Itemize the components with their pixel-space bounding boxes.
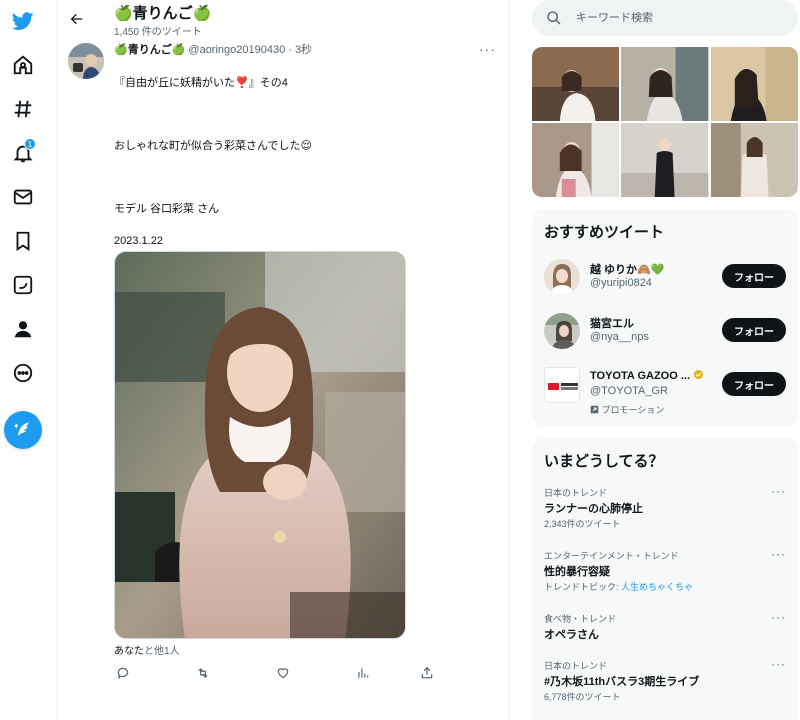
tweet-count: 1,450 件のツイート: [114, 27, 202, 38]
trends-card: いまどうしてる？ 日本のトレンド ランナーの心肺停止 2,343件のツイート ·…: [532, 438, 798, 720]
trend-item[interactable]: 食べ物・トレンド オペラさん ···: [532, 610, 798, 648]
trend-title: ランナーの心肺停止: [544, 503, 643, 515]
analytics-button[interactable]: [354, 664, 372, 682]
tweet-more-button[interactable]: ···: [479, 40, 496, 58]
like-icon: [277, 668, 289, 679]
toyota-gr-logo[interactable]: [544, 367, 580, 403]
profile-media-grid: [532, 47, 798, 197]
recommended-handle: @yuripi0824: [590, 277, 652, 289]
trend-title: #乃木坂11thバスラ3期生ライブ: [544, 676, 700, 688]
tweet-detail-column: 🍏青りんご🍏 1,450 件のツイート 🍏青りんご🍏 @aoringo201904…: [58, 0, 510, 720]
like-button[interactable]: [274, 664, 292, 682]
tweet-photo[interactable]: [114, 251, 406, 639]
trend-more-button[interactable]: ···: [771, 657, 786, 671]
recommended-name: 越 ゆりか🙈💚: [590, 264, 665, 276]
avatar[interactable]: [68, 43, 104, 79]
promoted-label: プロモーション: [590, 403, 664, 416]
tweet-time[interactable]: · 3秒: [288, 44, 312, 56]
messages-mail-icon[interactable]: [8, 182, 38, 212]
trend-item[interactable]: 日本のトレンド ランナーの心肺停止 2,343件のツイート ···: [532, 484, 798, 536]
trend-item[interactable]: エンターテインメント・トレンド 性的暴行容疑 トレンドトピック: 人生めちゃくち…: [532, 547, 798, 599]
media-thumbnail[interactable]: [621, 47, 709, 121]
liked-by-rest: と他1人: [144, 646, 180, 657]
search-input[interactable]: [576, 12, 776, 24]
profile-header: 🍏青りんご🍏 1,450 件のツイート: [58, 0, 509, 38]
recommended-name: 猫宮エル: [590, 318, 634, 330]
left-navigation: 1: [0, 0, 58, 720]
trend-meta: 食べ物・トレンド: [544, 614, 617, 624]
notifications-bell-icon[interactable]: 1: [8, 138, 38, 168]
tweet-line: モデル 谷口彩菜 さん: [114, 203, 220, 216]
explore-hashtag-icon[interactable]: [8, 94, 38, 124]
trend-tweet-count: 6,778件のツイート: [544, 692, 621, 702]
recommended-tweets-card: おすすめツイート 越 ゆりか🙈💚 @yuripi0824 フォロー 猫宮エル @…: [532, 209, 798, 426]
more-circle-icon[interactable]: [8, 358, 38, 388]
search-bar[interactable]: [532, 0, 798, 36]
tweet-line: [114, 171, 500, 187]
reply-button[interactable]: [114, 664, 132, 682]
bookmarks-icon[interactable]: [8, 226, 38, 256]
header-title: 🍏青りんご🍏: [114, 5, 212, 22]
trend-meta: エンターテインメント・トレンド: [544, 551, 679, 561]
liked-by[interactable]: あなたと他1人: [114, 642, 180, 657]
recommended-handle: @nya__nps: [590, 331, 649, 343]
trend-more-button[interactable]: ···: [771, 547, 786, 561]
avatar[interactable]: [544, 259, 580, 295]
media-thumbnail[interactable]: [710, 123, 798, 197]
follow-button[interactable]: フォロー: [722, 318, 786, 342]
media-thumbnail[interactable]: [710, 47, 798, 121]
compose-feather-icon: [14, 422, 29, 436]
right-sidebar: おすすめツイート 越 ゆりか🙈💚 @yuripi0824 フォロー 猫宮エル @…: [520, 0, 800, 720]
follow-button[interactable]: フォロー: [722, 372, 786, 396]
home-icon[interactable]: [8, 50, 38, 80]
back-button[interactable]: [66, 8, 88, 30]
tweet-actions: [114, 664, 444, 684]
share-button[interactable]: [418, 664, 436, 682]
retweet-button[interactable]: [194, 664, 212, 682]
share-icon: [421, 666, 433, 679]
recommended-title: おすすめツイート: [544, 224, 665, 241]
liked-by-you: あなた: [114, 646, 144, 657]
trend-title: オペラさん: [544, 629, 599, 641]
trend-meta: 日本のトレンド: [544, 661, 608, 671]
author-handle[interactable]: @aoringo20190430: [188, 44, 285, 56]
trend-title: 性的暴行容疑: [544, 566, 610, 578]
trend-more-button[interactable]: ···: [771, 610, 786, 624]
twitter-blue-icon[interactable]: [8, 270, 38, 300]
trend-topic: トレンドトピック: 人生めちゃくちゃ: [544, 582, 694, 592]
trend-item[interactable]: 日本のトレンド #乃木坂11thバスラ3期生ライブ 6,778件のツイート ··…: [532, 657, 798, 709]
reply-icon: [117, 667, 129, 679]
analytics-icon: [358, 668, 369, 678]
follow-button[interactable]: フォロー: [722, 264, 786, 288]
promoted-icon: [590, 405, 599, 414]
tweet-line: 2023.1.22: [114, 234, 163, 247]
media-thumbnail[interactable]: [532, 123, 620, 197]
compose-tweet-button[interactable]: [4, 411, 42, 449]
tweet-line: 『自由が丘に妖精がいた❣️』その4: [114, 76, 288, 89]
retweet-icon: [198, 668, 208, 678]
recommended-account[interactable]: 猫宮エル @nya__nps フォロー: [532, 309, 798, 359]
profile-icon[interactable]: [8, 314, 38, 344]
trend-topic-link[interactable]: 人生めちゃくちゃ: [621, 582, 693, 592]
trend-meta: 日本のトレンド: [544, 488, 608, 498]
recommended-account[interactable]: TOYOTA GAZOO ... @TOYOTA_GR プロモーション フォロー: [532, 363, 798, 416]
trends-title: いまどうしてる？: [544, 453, 664, 470]
avatar[interactable]: [544, 313, 580, 349]
media-thumbnail[interactable]: [621, 123, 709, 197]
tweet-line: [114, 107, 500, 123]
media-thumbnail[interactable]: [532, 47, 620, 121]
recommended-account[interactable]: 越 ゆりか🙈💚 @yuripi0824 フォロー: [532, 255, 798, 305]
recommended-name: TOYOTA GAZOO ...: [590, 369, 704, 382]
tweet-line: おしゃれな町が似合う彩菜さんでした😌: [114, 139, 312, 152]
verified-badge-icon: [694, 369, 704, 380]
recommended-handle: @TOYOTA_GR: [590, 385, 668, 397]
trend-more-button[interactable]: ···: [771, 484, 786, 498]
tweet-header: 🍏青りんご🍏 @aoringo20190430 · 3秒: [114, 40, 500, 60]
arrow-left-icon: [70, 13, 83, 25]
notification-count-badge: 1: [24, 138, 36, 150]
twitter-logo-icon[interactable]: [8, 6, 38, 36]
author-name[interactable]: 🍏青りんご🍏: [114, 44, 185, 56]
search-icon: [547, 11, 561, 25]
trend-tweet-count: 2,343件のツイート: [544, 519, 621, 529]
